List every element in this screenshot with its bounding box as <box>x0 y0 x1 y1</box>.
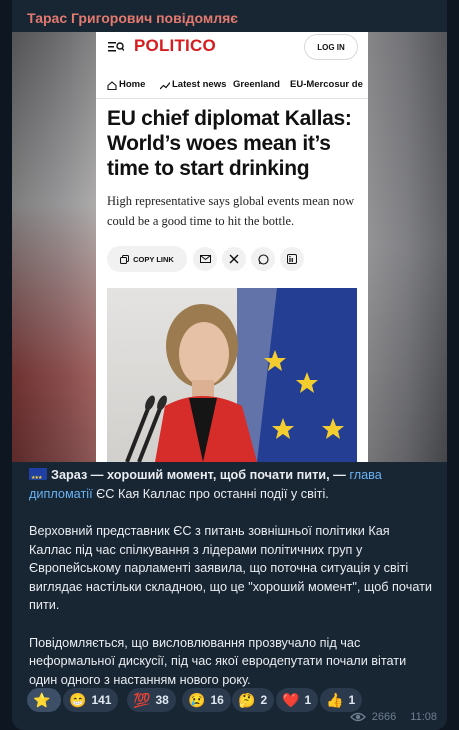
nav-item-eu-mercosur: EU-Mercosur de <box>290 79 363 90</box>
copy-link-button: COPY LINK <box>107 246 187 272</box>
nav-item-latest-news: Latest news <box>172 79 227 90</box>
message-bubble: Тарас Григорович повідомляє POLITICO LOG… <box>12 0 447 730</box>
login-button: LOG IN <box>304 34 358 60</box>
kallas-photo-illustration <box>125 288 357 462</box>
caption-rest: ЄС Кая Каллас про останні події у світі. <box>96 486 329 501</box>
politico-nav: Home Latest news Greenland EU-Mercosur d… <box>96 72 368 98</box>
reaction-grin[interactable]: 😁 141 <box>63 688 119 712</box>
reaction-count: 1 <box>348 693 356 707</box>
reaction-count: 38 <box>155 693 169 707</box>
home-icon <box>107 81 117 90</box>
sender-name[interactable]: Тарас Григорович повідомляє <box>27 10 238 26</box>
eu-flag-icon <box>29 468 47 488</box>
reaction-count: 141 <box>91 693 112 707</box>
nav-item-greenland: Greenland <box>233 79 280 90</box>
heart-icon: ❤️ <box>282 692 300 708</box>
reaction-thinking[interactable]: 🤔 2 <box>232 688 275 712</box>
politico-header: POLITICO LOG IN <box>96 32 368 62</box>
article-screenshot: POLITICO LOG IN Home Latest news Greenla… <box>96 32 368 462</box>
reaction-count: 2 <box>260 693 268 707</box>
menu-search-icon <box>108 42 124 52</box>
reaction-count: 1 <box>304 693 312 707</box>
caption-paragraph-1: Зараз — хороший момент, щоб почати пити,… <box>29 466 434 503</box>
mail-icon <box>193 247 217 271</box>
star-icon: ⭐ <box>33 692 51 708</box>
reaction-cry[interactable]: 😢 16 <box>182 688 231 712</box>
copy-link-label: COPY LINK <box>133 254 174 264</box>
nav-divider <box>96 98 368 99</box>
grin-icon: 😁 <box>69 692 87 708</box>
thinking-icon: 🤔 <box>238 692 256 708</box>
caption-paragraph-3: Повідомляється, що висловлювання прозвуч… <box>29 635 407 687</box>
caption-paragraph-2: Верховний представник ЄС з питань зовніш… <box>29 524 432 612</box>
article-headline: EU chief diplomat Kallas: World’s woes m… <box>107 107 352 180</box>
reaction-count: 16 <box>210 693 224 707</box>
eye-icon <box>349 712 366 722</box>
article-photo <box>107 288 357 462</box>
politico-logo: POLITICO <box>134 36 216 55</box>
article-dek: High representative says global events m… <box>107 194 355 228</box>
whatsapp-icon <box>251 247 275 271</box>
reaction-hundred[interactable]: 💯 38 <box>127 688 176 712</box>
message-meta: 2666 11:08 <box>349 711 437 723</box>
message-caption: Зараз — хороший момент, щоб почати пити,… <box>29 466 434 708</box>
cry-icon: 😢 <box>188 692 206 708</box>
copy-icon <box>120 254 130 264</box>
reactions-bar: ⭐ 😁 141 💯 38 😢 16 🤔 2 ❤️ 1 👍 1 <box>27 688 447 712</box>
reaction-heart[interactable]: ❤️ 1 <box>276 688 319 712</box>
view-count: 2666 <box>371 711 397 723</box>
reaction-thumbs-up[interactable]: 👍 1 <box>320 688 363 712</box>
caption-quote: Зараз — хороший момент, щоб почати пити,… <box>51 468 346 482</box>
reaction-star[interactable]: ⭐ <box>27 688 62 712</box>
message-time: 11:08 <box>410 711 437 723</box>
linkedin-icon <box>280 247 304 271</box>
share-row: COPY LINK <box>107 246 367 272</box>
hundred-icon: 💯 <box>133 692 151 708</box>
nav-item-home: Home <box>119 79 146 90</box>
x-icon <box>222 247 246 271</box>
message-media[interactable]: POLITICO LOG IN Home Latest news Greenla… <box>12 32 447 462</box>
thumbs-up-icon: 👍 <box>326 692 344 708</box>
trending-icon <box>160 82 170 90</box>
